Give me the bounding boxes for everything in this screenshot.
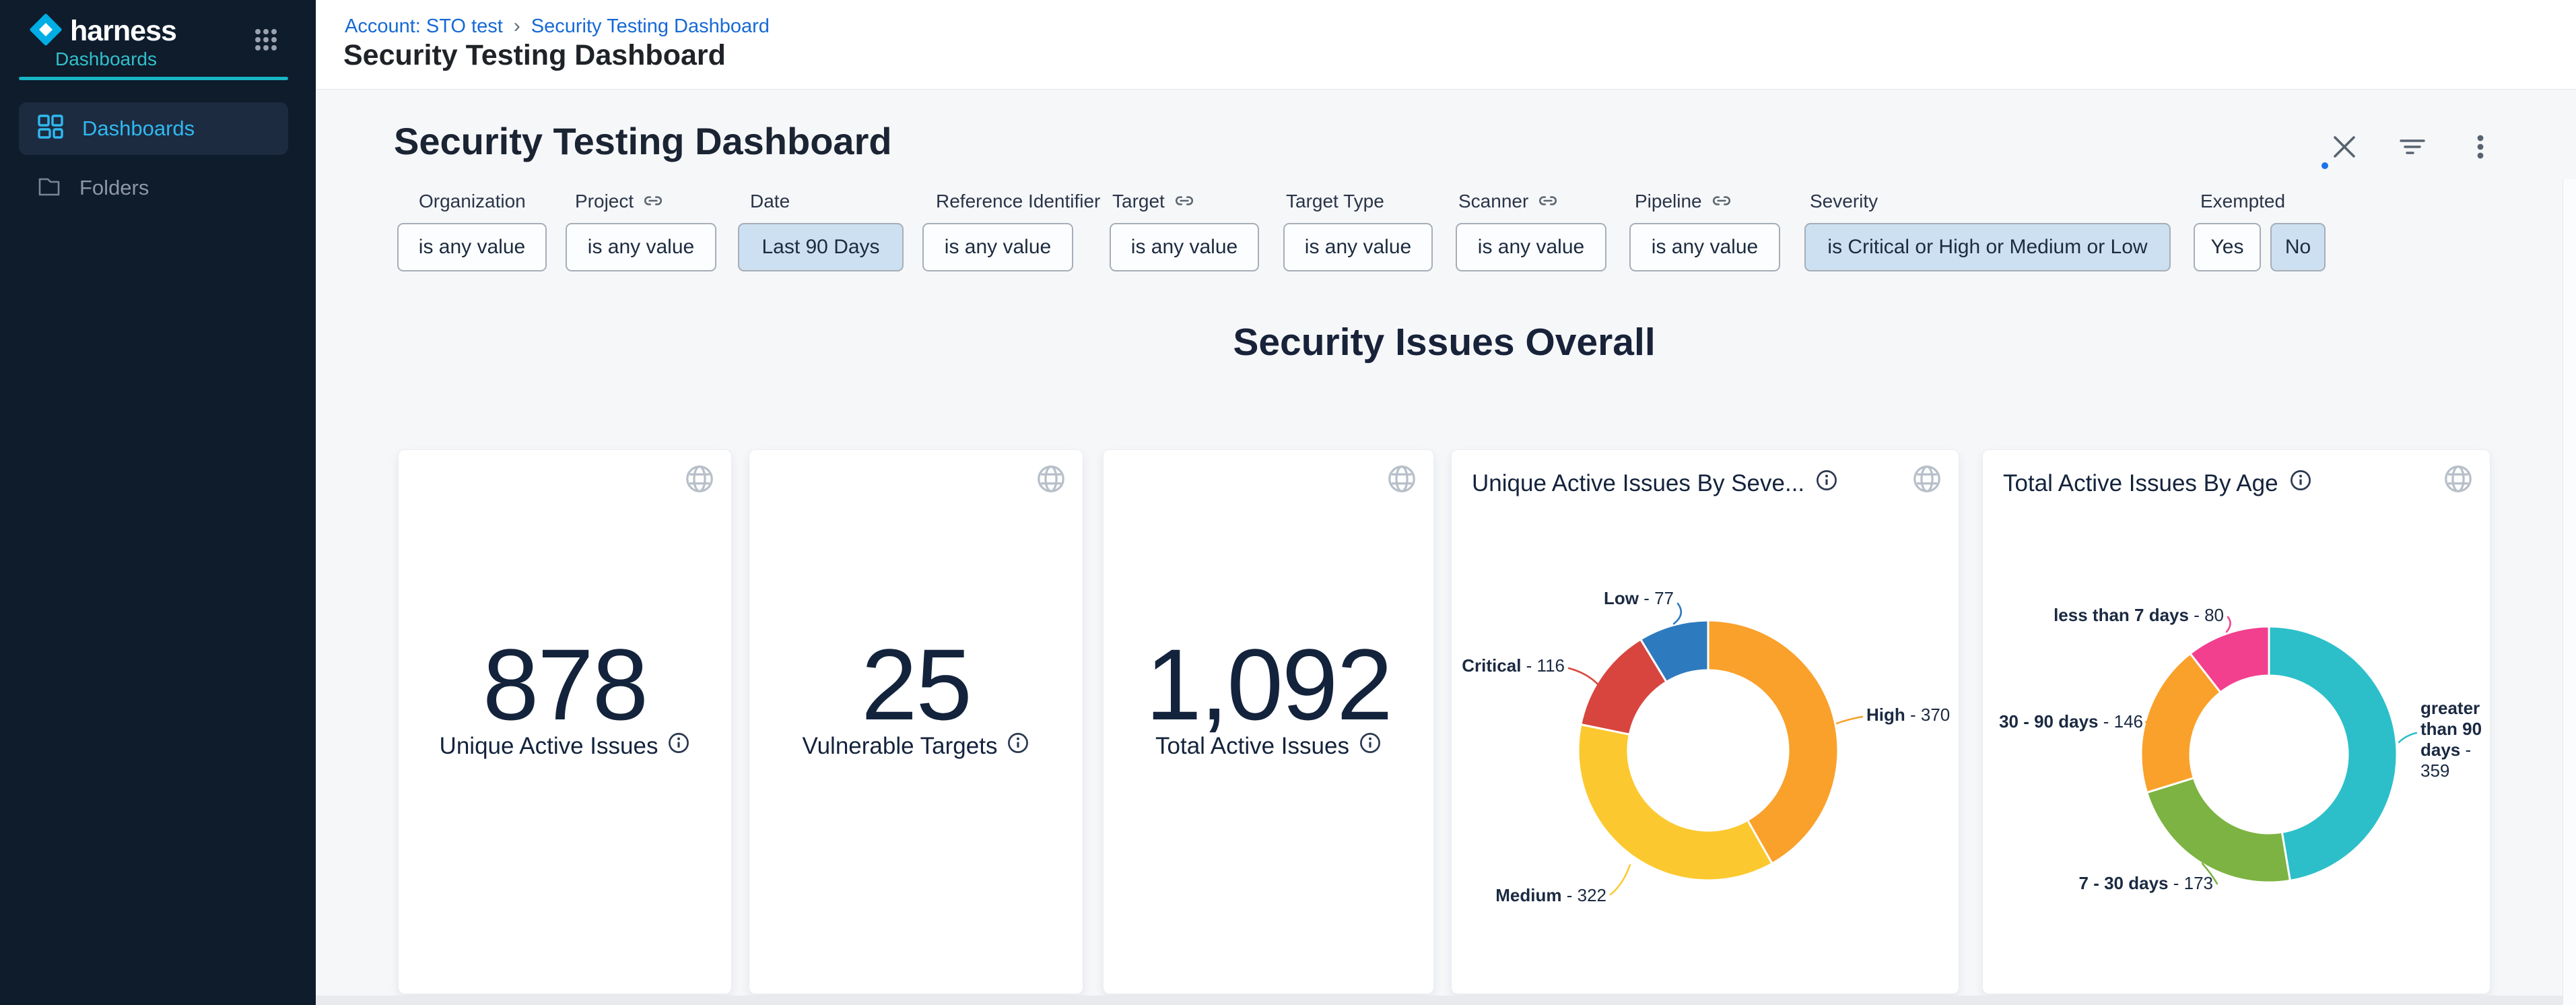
- filter-chip-exempted-no[interactable]: No: [2270, 223, 2326, 271]
- chart-card-unique-active-issues-by-severity: Unique Active Issues By Seve... High - 3…: [1451, 449, 1959, 994]
- filter-label-project: Project: [575, 191, 663, 212]
- breadcrumb-current-link[interactable]: Security Testing Dashboard: [531, 15, 770, 38]
- vertical-scrollbar[interactable]: [2563, 179, 2576, 1005]
- filter-label-date: Date: [750, 191, 790, 212]
- sidebar-accent-divider: [19, 77, 288, 80]
- metric-value: 25: [749, 626, 1083, 743]
- filter-label-scanner: Scanner: [1458, 191, 1558, 212]
- filter-chip-pipeline[interactable]: is any value: [1629, 223, 1780, 271]
- filter-label-exempted: Exempted: [2200, 191, 2285, 212]
- metric-label: Vulnerable Targets: [803, 733, 998, 760]
- link-icon: [1174, 191, 1194, 212]
- sidebar: harness Dashboards Dashboards Folders: [0, 0, 316, 1005]
- filter-label-organization: Organization: [419, 191, 526, 212]
- logo-text: harness: [70, 15, 176, 48]
- filter-chip-scanner[interactable]: is any value: [1456, 223, 1606, 271]
- slice-label-low: Low - 77: [1604, 588, 1674, 609]
- filter-chip-organization[interactable]: is any value: [397, 223, 547, 271]
- slice-label-less-than-7-days: less than 7 days - 80: [2054, 605, 2224, 626]
- sidebar-product-label: Dashboards: [55, 48, 157, 70]
- page-title: Security Testing Dashboard: [343, 39, 726, 72]
- section-title: Security Issues Overall: [398, 320, 2490, 364]
- chevron-right-icon: ›: [514, 15, 520, 38]
- close-icon[interactable]: [2330, 132, 2359, 162]
- dashboard-actions: [2330, 131, 2495, 162]
- metric-label: Total Active Issues: [1155, 733, 1349, 760]
- metric-card-total-active-issues: 1,092 Total Active Issues: [1103, 449, 1434, 994]
- slice-label-30-90-days: 30 - 90 days - 146: [1999, 711, 2143, 732]
- dashboard-bottom-band: [316, 996, 2563, 1005]
- filter-label-pipeline: Pipeline: [1635, 191, 1732, 212]
- info-icon[interactable]: [1007, 732, 1029, 760]
- label-leader-line: [2227, 617, 2231, 632]
- filter-chip-target-type[interactable]: is any value: [1283, 223, 1433, 271]
- dashboard-title: Security Testing Dashboard: [394, 119, 892, 163]
- globe-icon[interactable]: [1386, 463, 1417, 498]
- filter-label-target: Target: [1112, 191, 1194, 212]
- filter-chip-severity[interactable]: is Critical or High or Medium or Low: [1804, 223, 2171, 271]
- slice-label-7-30-days: 7 - 30 days - 173: [2079, 873, 2213, 894]
- filter-chip-date[interactable]: Last 90 Days: [738, 223, 904, 271]
- dashboard-panel: Security Testing Dashboard Organization …: [316, 90, 2576, 1005]
- sidebar-item-folders[interactable]: Folders: [19, 167, 288, 209]
- donut-chart-age: greater than 90 days - 3597 - 30 days - …: [1983, 450, 2490, 994]
- donut-slice-greater-than-90-days[interactable]: [2269, 626, 2397, 880]
- info-icon[interactable]: [667, 732, 690, 760]
- kebab-menu-icon[interactable]: [2466, 132, 2495, 162]
- metric-label-row: Unique Active Issues: [399, 732, 731, 760]
- link-icon: [1711, 191, 1732, 212]
- filter-icon[interactable]: [2397, 131, 2428, 162]
- harness-logo[interactable]: harness: [30, 13, 176, 49]
- harness-dashboard-page: { "sidebar": { "logo_text": "harness", "…: [0, 0, 2576, 1005]
- donut-chart-severity: High - 370 Medium - 322 Critical - 116 Low …: [1452, 450, 1959, 994]
- slice-label-high: High - 370: [1866, 705, 1950, 725]
- sidebar-item-label: Folders: [79, 176, 149, 200]
- dashboards-grid-icon: [36, 113, 65, 145]
- filter-label-severity: Severity: [1810, 191, 1878, 212]
- filter-chip-reference-identifier[interactable]: is any value: [922, 223, 1073, 271]
- filter-label-reference-identifier: Reference Identifier: [936, 191, 1100, 212]
- metric-card-unique-active-issues: 878 Unique Active Issues: [398, 449, 732, 994]
- filter-chip-target[interactable]: is any value: [1110, 223, 1259, 271]
- breadcrumb-account-link[interactable]: Account: STO test: [345, 15, 503, 38]
- metric-label-row: Vulnerable Targets: [749, 732, 1083, 760]
- cursor-dot: [2321, 162, 2328, 169]
- metric-label: Unique Active Issues: [440, 733, 658, 760]
- donut-slice-medium[interactable]: [1578, 725, 1772, 880]
- top-header-bar: Account: STO test › Security Testing Das…: [316, 0, 2576, 90]
- label-leader-line: [1674, 604, 1681, 624]
- chart-card-total-active-issues-by-age: Total Active Issues By Age greater than …: [1982, 449, 2490, 994]
- globe-icon[interactable]: [684, 463, 715, 498]
- label-leader-line: [1611, 865, 1630, 895]
- metric-value: 1,092: [1104, 626, 1433, 743]
- label-leader-line: [1837, 717, 1862, 723]
- sidebar-item-dashboards[interactable]: Dashboards: [19, 102, 288, 155]
- breadcrumb: Account: STO test › Security Testing Das…: [345, 15, 770, 38]
- slice-label-greater-than-90-days: greater than 90 days - 359: [2420, 698, 2495, 781]
- donut-slice-7-30-days[interactable]: [2147, 778, 2291, 882]
- harness-logo-icon: [30, 13, 62, 49]
- donut-slice-high[interactable]: [1708, 620, 1838, 864]
- link-icon: [643, 191, 663, 212]
- info-icon[interactable]: [1359, 732, 1382, 760]
- folder-icon: [36, 174, 62, 203]
- slice-label-medium: Medium - 322: [1495, 885, 1606, 906]
- globe-icon[interactable]: [1036, 463, 1066, 498]
- filter-chip-project[interactable]: is any value: [566, 223, 716, 271]
- metric-card-vulnerable-targets: 25 Vulnerable Targets: [749, 449, 1083, 994]
- label-leader-line: [2399, 733, 2416, 742]
- filter-label-target-type: Target Type: [1286, 191, 1384, 212]
- apps-grid-icon[interactable]: [253, 27, 279, 56]
- sidebar-item-label: Dashboards: [82, 117, 195, 141]
- slice-label-critical: Critical - 116: [1462, 655, 1565, 676]
- metric-label-row: Total Active Issues: [1104, 732, 1433, 760]
- metric-value: 878: [399, 626, 731, 743]
- filter-chip-exempted-yes[interactable]: Yes: [2194, 223, 2261, 271]
- link-icon: [1538, 191, 1558, 212]
